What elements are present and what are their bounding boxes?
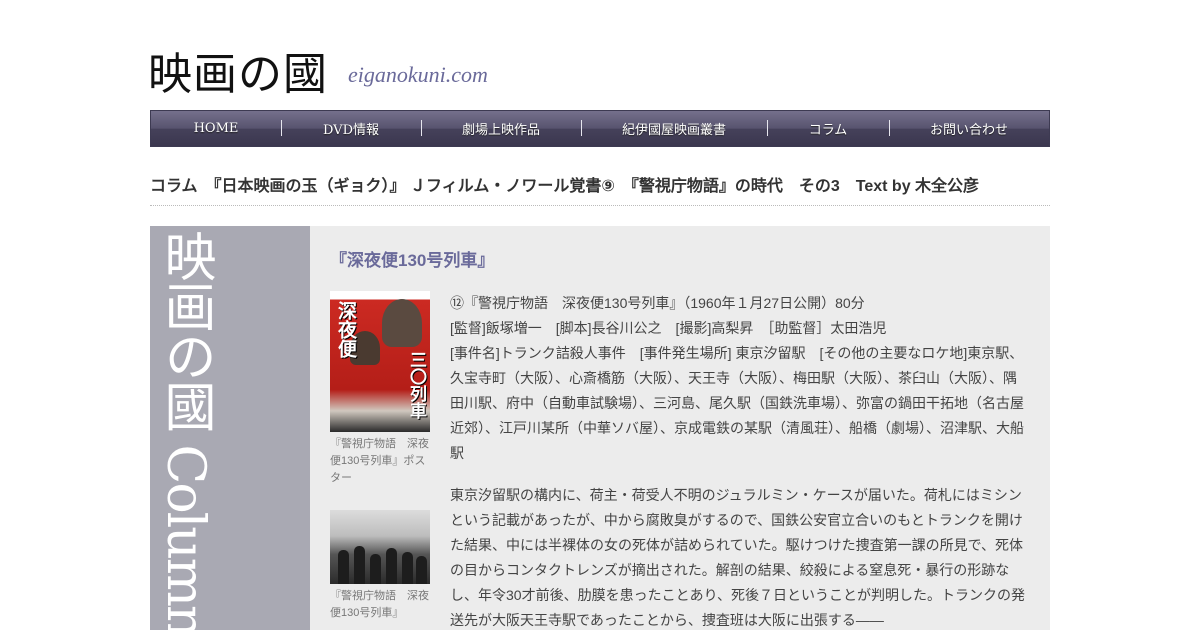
nav-item-books[interactable]: 紀伊國屋映画叢書 [581,111,767,146]
nav-label: HOME [193,121,239,136]
nav-label: 劇場上映作品 [461,123,540,138]
nav-label: DVD情報 [322,123,379,138]
still-figure [416,556,427,584]
film-locations-line: [事件名]トランク詰殺人事件 [事件発生場所] 東京汐留駅 [その他の主要なロケ… [450,345,1024,461]
nav-item-column[interactable]: コラム [767,111,889,146]
sidebar-banner: 映画の國 Column [150,226,310,630]
poster-title-text: 深夜便 [335,301,357,358]
main-navigation: HOME DVD情報 劇場上映作品 紀伊國屋映画叢書 コラム お問い合わせ [150,110,1050,147]
movie-poster-image[interactable]: 深夜便 三〇列車 [330,291,430,432]
logo-domain[interactable]: eiganokuni.com [348,62,488,88]
still-figure [354,546,365,584]
still-figure [370,554,381,584]
sidebar-vertical-title: 映画の國 Column [155,230,215,630]
poster-figure [382,299,422,347]
synopsis-paragraph: 東京汐留駅の構内に、荷主・荷受人不明のジュラルミン・ケースが届いた。荷札にはミシ… [450,487,1026,628]
nav-item-home[interactable]: HOME [151,111,281,146]
nav-label: 紀伊國屋映画叢書 [621,123,726,138]
nav-item-contact[interactable]: お問い合わせ [889,111,1049,146]
article-headline: コラム 『日本映画の玉（ギョク）』 Ｊフィルム・ノワール覚書⑨ 『警視庁物語』の… [150,178,980,195]
logo-kanji[interactable]: 映画の國 [148,38,328,102]
article-body: 『深夜便130号列車』 深夜便 三〇列車 『警視庁物語 深夜便130号列車』ポス… [310,226,1050,630]
movie-still-image[interactable] [330,510,430,584]
article-text: ⑫『警視庁物語 深夜便130号列車』（1960年１月27日公開）80分 [監督]… [450,291,1030,630]
nav-label: お問い合わせ [929,123,1008,138]
still-caption: 『警視庁物語 深夜便130号列車』 [330,590,429,619]
dotted-divider [150,205,1050,206]
still-figure [386,548,397,584]
poster-title-text: 三〇列車 [406,351,426,419]
still-figure [402,552,413,584]
film-credits-line: [監督]飯塚増一 [脚本]長谷川公之 [撮影]高梨昇 ［助監督］太田浩児 [450,320,887,336]
nav-item-theater[interactable]: 劇場上映作品 [421,111,581,146]
poster-caption: 『警視庁物語 深夜便130号列車』ポスター [330,438,429,484]
nav-item-dvd[interactable]: DVD情報 [281,111,421,146]
film-info-line: ⑫『警視庁物語 深夜便130号列車』（1960年１月27日公開）80分 [450,295,865,311]
film-info-block: ⑫『警視庁物語 深夜便130号列車』（1960年１月27日公開）80分 [監督]… [450,291,1030,466]
film-title: 『深夜便130号列車』 [330,251,495,270]
still-figure [338,550,349,584]
nav-label: コラム [808,123,848,138]
